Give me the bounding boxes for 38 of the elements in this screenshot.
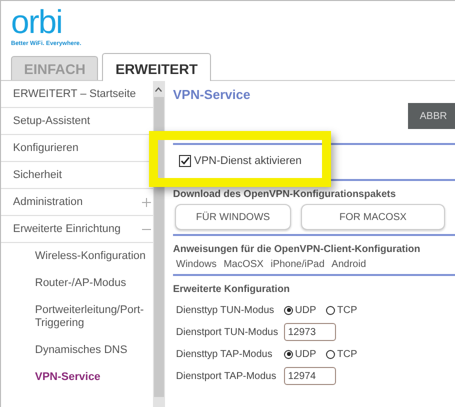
platform-link[interactable]: Windows <box>176 259 217 270</box>
field-label: Dienstport TUN-Modus <box>176 326 280 338</box>
radio-label: UDP <box>295 304 316 316</box>
radio-label: UDP <box>295 348 316 360</box>
radio-button[interactable] <box>326 306 336 314</box>
page-title: VPN-Service <box>173 87 250 102</box>
sidebar-subitem[interactable]: Router-/AP-Modus <box>1 270 153 297</box>
sidebar-subitem[interactable]: Wireless-Konfiguration <box>1 243 153 270</box>
sidebar-subitem[interactable]: VPN-Service <box>1 364 153 386</box>
download-button[interactable]: FÜR WINDOWS <box>175 204 291 230</box>
radio-label: TCP <box>337 348 358 360</box>
platform-link[interactable]: MacOSX <box>224 259 264 270</box>
checkbox-label: VPN-Dienst aktivieren <box>194 155 302 167</box>
mode-tab[interactable]: ERWEITERT <box>102 53 211 81</box>
sidebar-subitem[interactable]: Portweiterleitung/Port-Triggering <box>1 297 153 337</box>
sidebar-subitem[interactable]: Dynamisches DNS <box>1 337 153 364</box>
platform-link[interactable]: Android <box>332 259 366 270</box>
orbi-logo: orbi <box>11 7 62 37</box>
download-button[interactable]: FOR MACOSX <box>301 204 445 230</box>
sidebar-item[interactable]: Konfigurieren <box>1 135 153 162</box>
radio-label: TCP <box>337 304 358 316</box>
sidebar-item[interactable]: Sicherheit <box>1 162 153 189</box>
port-input[interactable]: 12973 <box>284 323 336 341</box>
field-label: Diensttyp TUN-Modus <box>176 304 276 316</box>
field-label: Diensttyp TAP-Modus <box>176 348 274 360</box>
cancel-button[interactable]: ABBR <box>408 103 455 129</box>
checkbox[interactable] <box>179 155 191 167</box>
section-heading: Erweiterte Konfiguration <box>173 284 291 295</box>
scroll-up-icon[interactable] <box>155 87 162 92</box>
scrollbar[interactable] <box>153 81 165 407</box>
section-heading: Download des OpenVPN-Konfigurationspakets <box>173 189 397 200</box>
radio-button[interactable] <box>326 350 336 358</box>
port-input[interactable]: 12974 <box>284 367 336 385</box>
platform-link[interactable]: iPhone/iPad <box>270 259 325 270</box>
radio-button[interactable] <box>284 350 293 358</box>
section-heading: Anweisungen für die OpenVPN-Client-Konfiguration <box>173 244 422 255</box>
radio-button[interactable] <box>284 306 293 314</box>
field-label: Dienstport TAP-Modus <box>176 370 278 382</box>
